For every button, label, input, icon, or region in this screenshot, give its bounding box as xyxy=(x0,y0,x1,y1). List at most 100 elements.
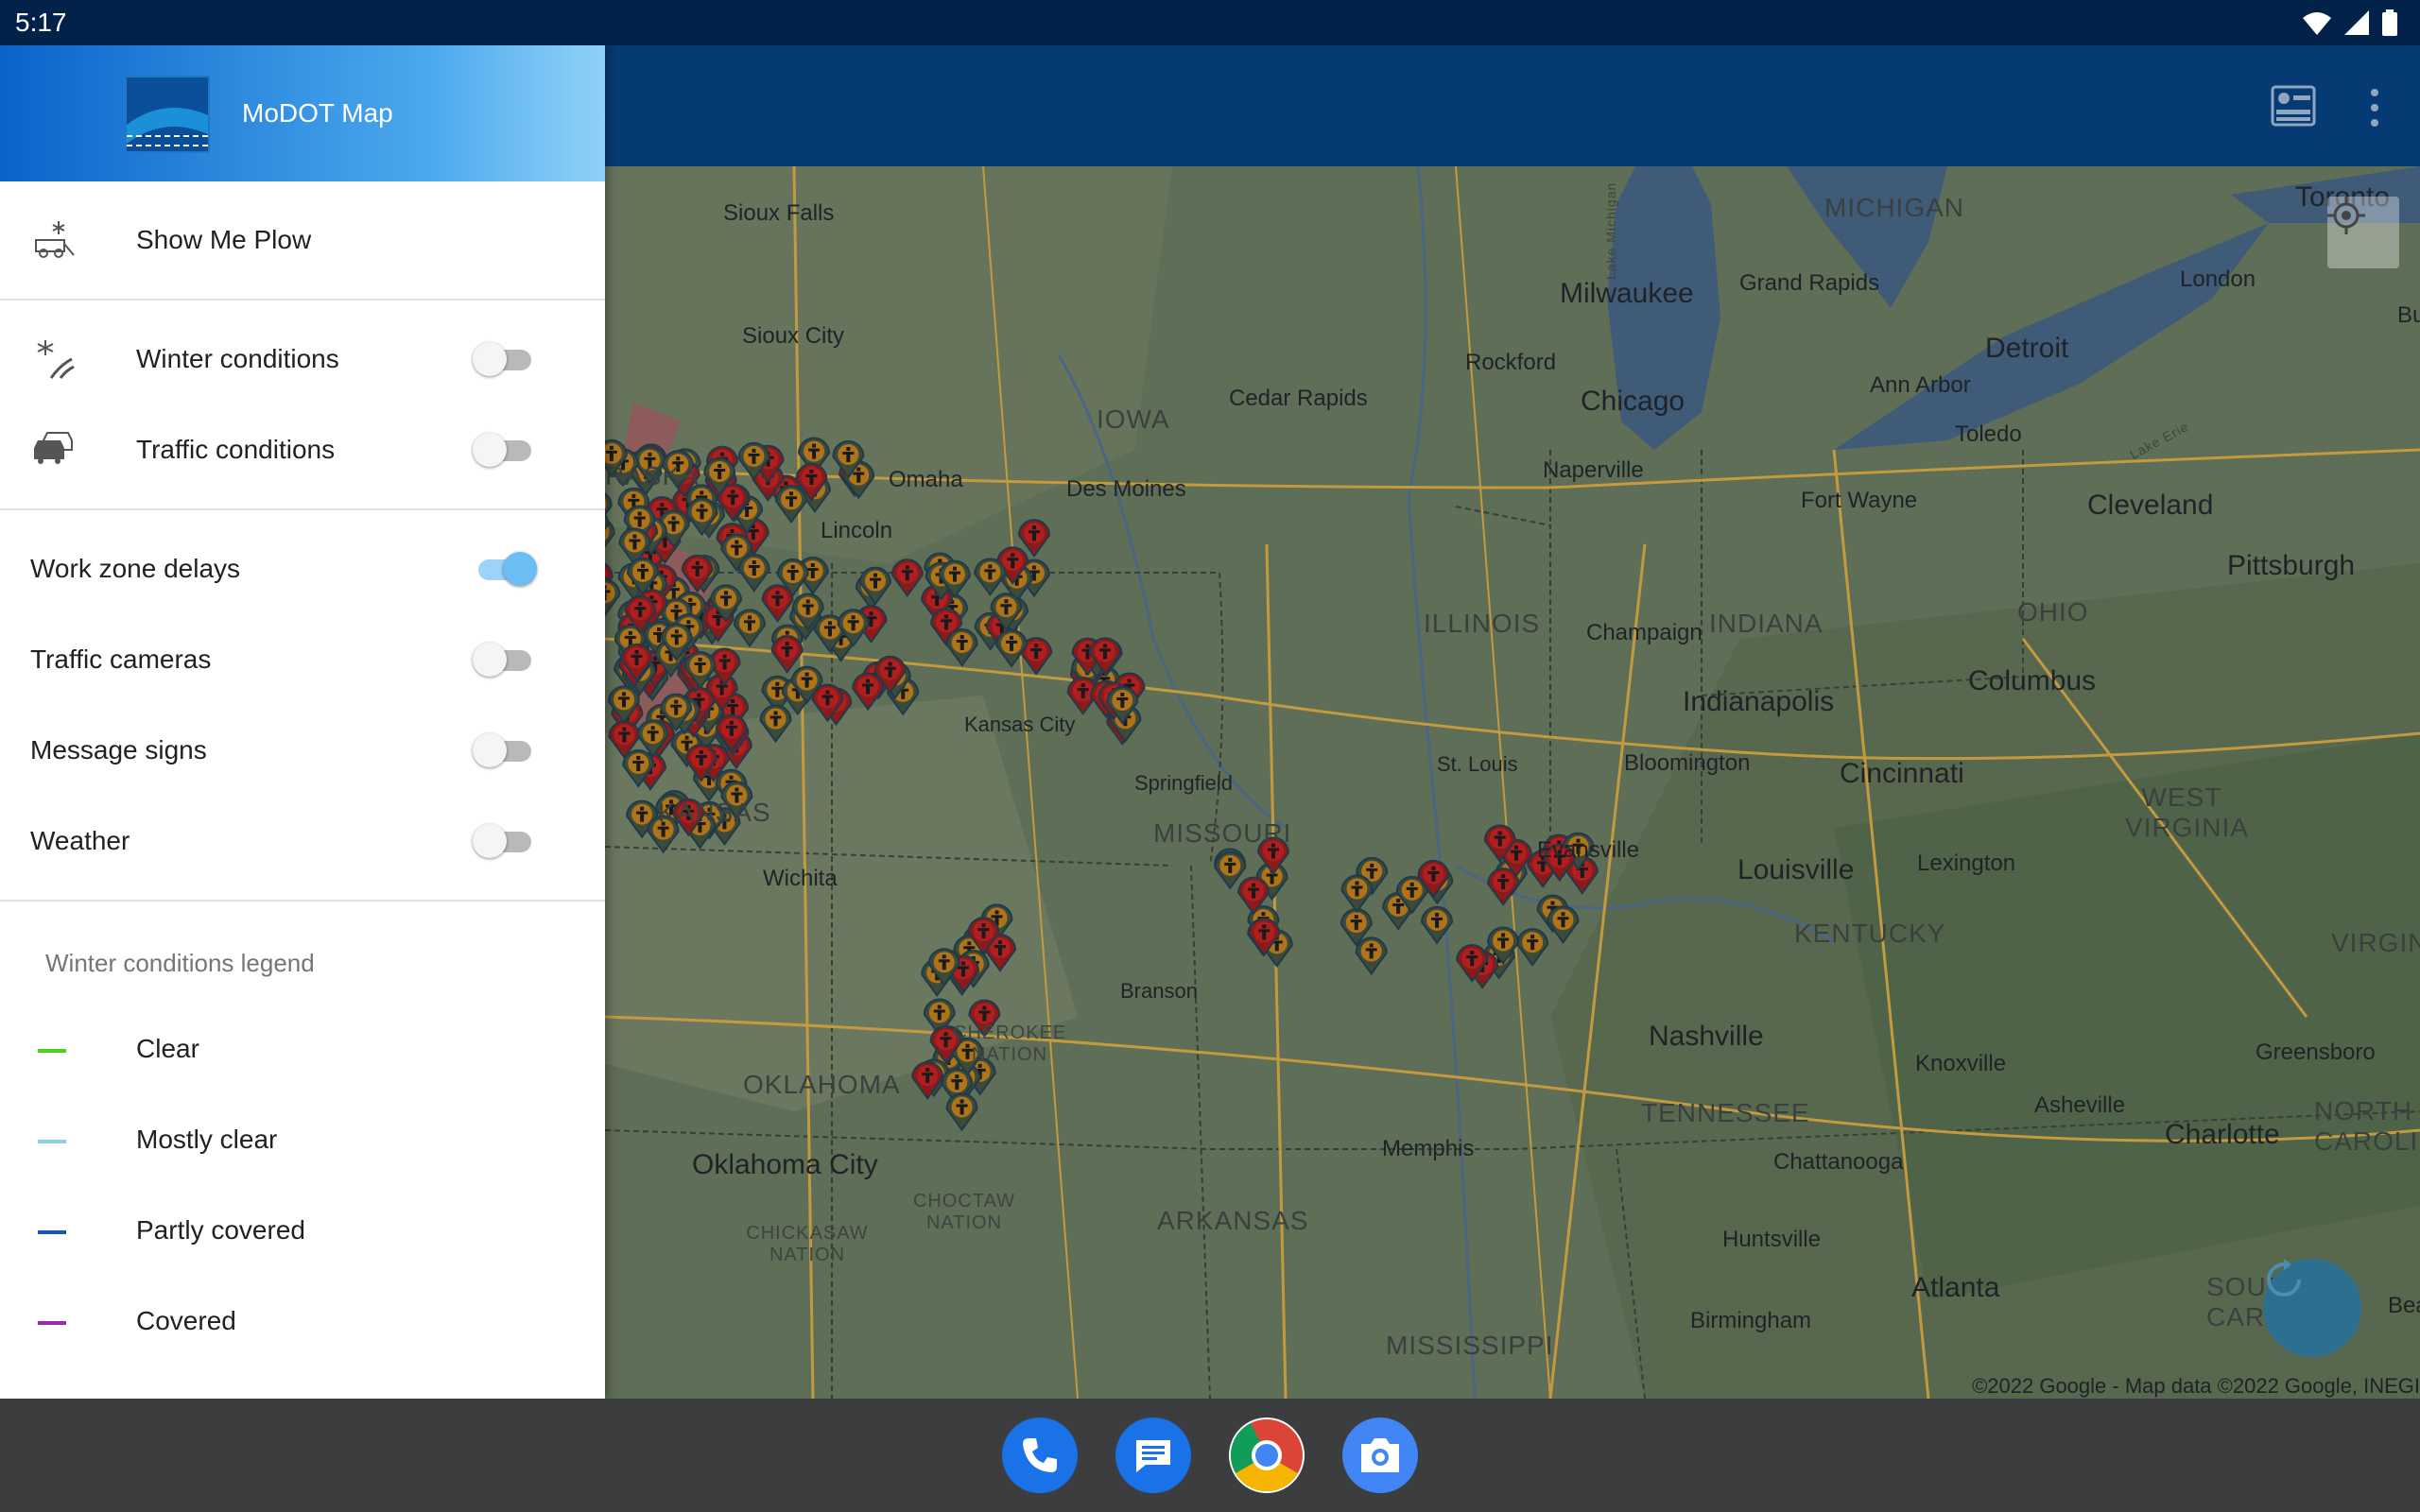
work-zone-marker[interactable] xyxy=(761,584,794,623)
map-city: Branson xyxy=(1120,979,1198,1003)
divider xyxy=(0,299,605,301)
work-zone-marker[interactable] xyxy=(737,554,770,593)
work-zone-marker[interactable] xyxy=(770,635,804,674)
map-city: Wichita xyxy=(763,866,838,891)
toggle-switch[interactable] xyxy=(473,433,533,467)
map-city: Bea xyxy=(2388,1293,2420,1318)
status-icons xyxy=(2303,9,2397,36)
map-state: ARKANSAS xyxy=(1157,1206,1309,1235)
layer-toggle-winter-conditions[interactable]: Winter conditions xyxy=(0,314,605,404)
map-city: Omaha xyxy=(889,467,963,492)
map-city: Asheville xyxy=(2034,1092,2126,1118)
work-zone-marker[interactable] xyxy=(890,558,924,597)
camera-app-button[interactable] xyxy=(1342,1418,1418,1493)
layer-toggle-message-signs[interactable]: Message signs xyxy=(0,705,605,796)
work-zone-marker[interactable] xyxy=(974,558,1007,597)
map-city: Naperville xyxy=(1543,457,1644,483)
toggle-switch[interactable] xyxy=(473,733,533,767)
divider xyxy=(0,900,605,902)
map-attribution: ©2022 Google - Map data ©2022 Google, IN… xyxy=(1972,1374,2420,1398)
work-zone-marker[interactable] xyxy=(1355,936,1388,976)
legend-title: Winter conditions legend xyxy=(45,949,315,977)
work-zone-marker[interactable] xyxy=(1516,928,1549,967)
snowplow-icon xyxy=(35,221,75,258)
work-zone-marker[interactable] xyxy=(1214,850,1247,890)
layer-toggle-traffic-conditions[interactable]: Traffic conditions xyxy=(0,404,605,495)
map-city: Birmingham xyxy=(1690,1308,1812,1333)
work-zone-marker[interactable] xyxy=(605,578,621,617)
map-state: MISSOURI xyxy=(1153,818,1292,848)
map-city: Des Moines xyxy=(1066,476,1186,502)
map-city: Toledo xyxy=(1955,421,2022,447)
navigation-drawer: MoDOT Map Show Me Plow Winter conditions… xyxy=(0,45,605,1399)
messages-app-button[interactable] xyxy=(1115,1418,1191,1493)
work-zone-marker[interactable] xyxy=(995,628,1028,668)
map-city: Cincinnati xyxy=(1840,758,1964,789)
layers-button[interactable] xyxy=(2271,83,2316,129)
layer-toggle-weather[interactable]: Weather xyxy=(0,796,605,886)
map-city: Chattanooga xyxy=(1773,1149,1904,1175)
work-zone-marker[interactable] xyxy=(945,1092,978,1132)
map-city: Memphis xyxy=(1382,1136,1475,1161)
toggle-switch[interactable] xyxy=(473,342,533,376)
map-region: Lake Michigan xyxy=(1603,181,1618,280)
work-zone-marker[interactable] xyxy=(911,1061,944,1100)
map-state: MISSISSIPPI xyxy=(1386,1331,1554,1360)
map-state: MICHIGAN xyxy=(1824,193,1964,222)
toggle-switch[interactable] xyxy=(473,643,533,677)
modot-logo xyxy=(125,76,210,153)
toggle-switch[interactable] xyxy=(473,552,537,586)
legend-swatch xyxy=(38,1140,66,1143)
work-zone-marker[interactable] xyxy=(1547,905,1580,944)
map-city: Fort Wayne xyxy=(1801,488,1918,513)
refresh-button[interactable] xyxy=(2263,1259,2361,1357)
map-city: Rockford xyxy=(1465,350,1557,375)
legend-heading: Winter conditions legend xyxy=(0,915,605,1005)
map-city: Chicago xyxy=(1581,386,1685,417)
map-state: OHIO xyxy=(2017,597,2089,627)
toggle-switch[interactable] xyxy=(473,824,533,858)
wifi-icon xyxy=(2303,12,2331,35)
work-zone-marker[interactable] xyxy=(1340,874,1374,914)
map-state: ILLINOIS xyxy=(1424,609,1541,638)
map-state: KENTUCKY xyxy=(1794,919,1946,948)
chrome-icon xyxy=(1230,1419,1303,1492)
map-city: Oklahoma City xyxy=(692,1149,878,1180)
show-me-plow-label: Show Me Plow xyxy=(136,225,312,254)
layer-toggle-work-zone-delays[interactable]: Work zone delays xyxy=(0,524,605,614)
chrome-app-button[interactable] xyxy=(1229,1418,1305,1493)
map-city: Kansas City xyxy=(964,713,1076,736)
drawer-title: MoDOT Map xyxy=(242,98,393,128)
map-state: TENNESSEE xyxy=(1641,1098,1810,1127)
layer-label: Work zone delays xyxy=(30,554,241,583)
map-region: CHEROKEE NATION xyxy=(953,1022,1067,1065)
more-options-button[interactable] xyxy=(2367,87,2382,129)
legend-item-clear: Clear xyxy=(0,1005,605,1096)
map-view[interactable]: Sioux Falls Sioux City Omaha Lincoln Des… xyxy=(605,166,2420,1399)
legend-label: Covered xyxy=(136,1306,236,1335)
work-zone-marker[interactable] xyxy=(1487,868,1520,906)
map-city: Louisville xyxy=(1737,854,1855,885)
show-me-plow-item[interactable]: Show Me Plow xyxy=(0,195,605,285)
layer-label: Winter conditions xyxy=(136,344,339,373)
map-city: Bu xyxy=(2397,302,2420,328)
legend-item-covered: Covered xyxy=(0,1278,605,1368)
work-zone-marker[interactable] xyxy=(945,628,978,667)
map-city: Ann Arbor xyxy=(1870,372,1971,398)
work-zone-marker[interactable] xyxy=(775,485,808,524)
phone-app-button[interactable] xyxy=(1002,1418,1078,1493)
map-city: Huntsville xyxy=(1722,1227,1822,1252)
taskbar xyxy=(0,1399,2420,1512)
work-zone-marker[interactable] xyxy=(734,609,767,648)
signal-icon xyxy=(2344,10,2369,35)
legend-swatch xyxy=(38,1230,66,1234)
work-zone-marker[interactable] xyxy=(759,704,792,744)
layer-toggle-traffic-cameras[interactable]: Traffic cameras xyxy=(0,614,605,705)
legend-item-partly-covered: Partly covered xyxy=(0,1187,605,1278)
work-zone-marker[interactable] xyxy=(852,672,885,712)
work-zone-marker[interactable] xyxy=(1421,905,1454,945)
my-location-button[interactable] xyxy=(2327,197,2399,268)
map-city: Sioux City xyxy=(742,323,845,349)
map-city: Charlotte xyxy=(2165,1119,2280,1150)
work-zone-marker[interactable] xyxy=(1017,519,1050,558)
